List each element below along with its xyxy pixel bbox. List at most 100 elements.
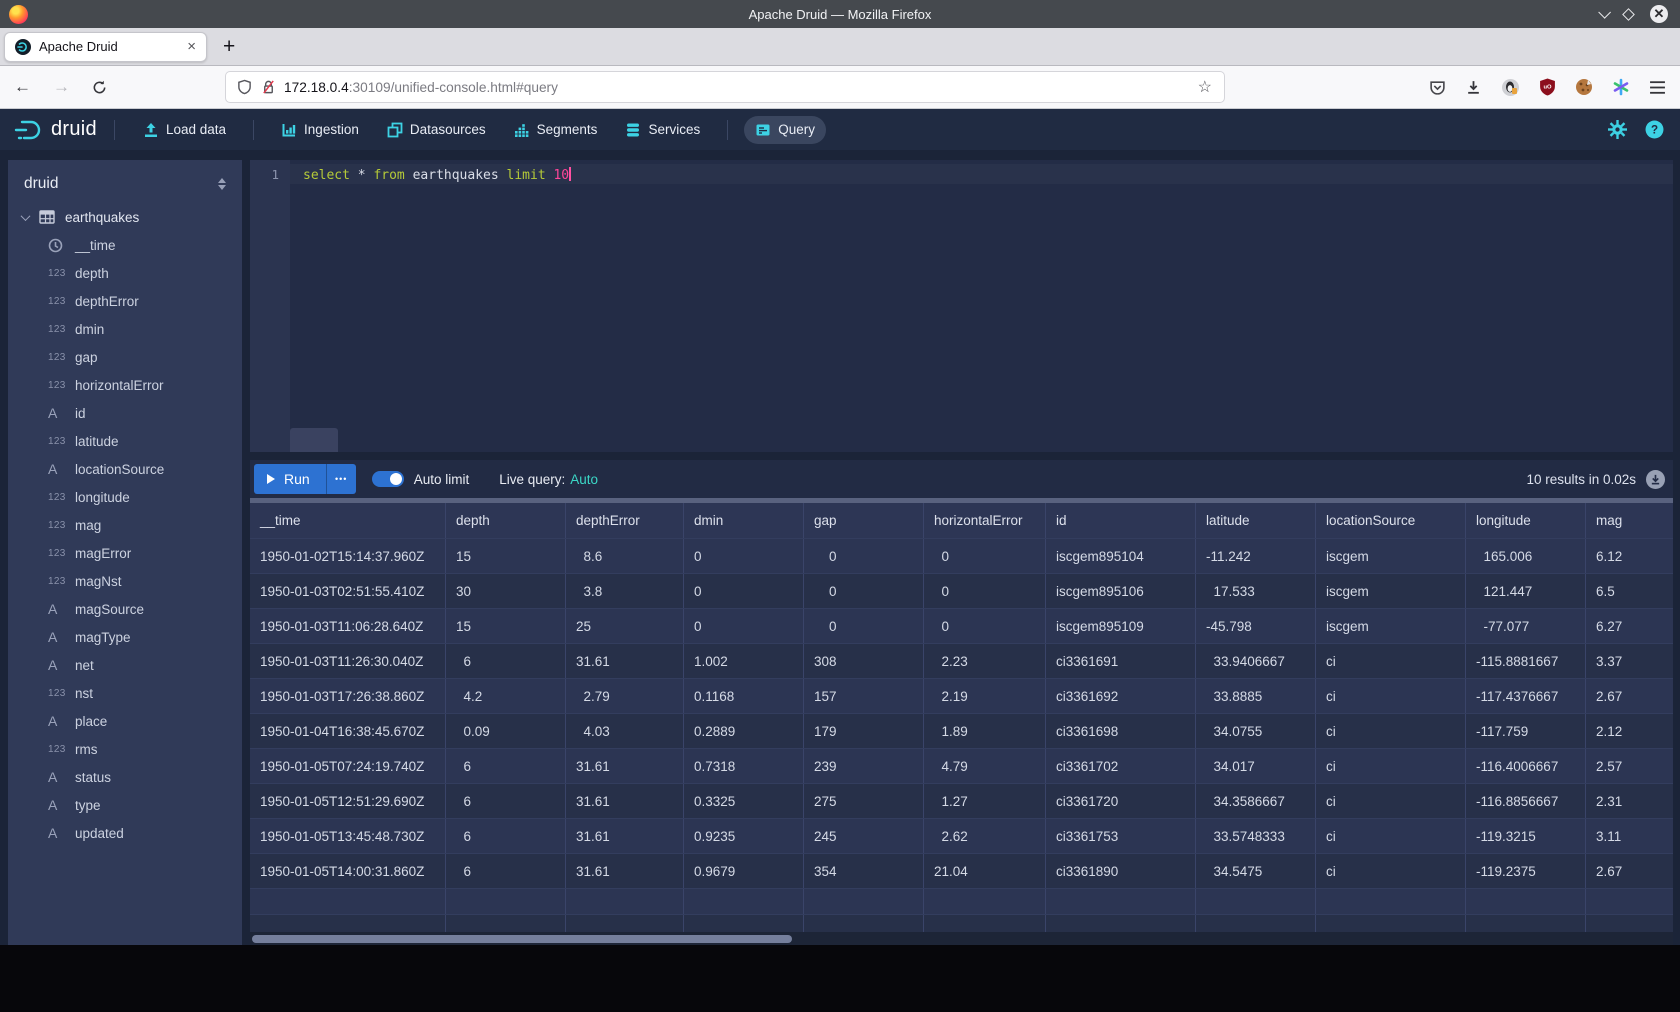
cell-gap[interactable]: 179 xyxy=(804,714,924,748)
cell-dmin[interactable]: 0.9235 xyxy=(684,819,804,853)
cell-latitude[interactable]: 34.0755 xyxy=(1196,714,1316,748)
column-header-depth[interactable]: depth xyxy=(446,503,566,538)
live-query-value[interactable]: Auto xyxy=(570,472,598,487)
tree-item-column-mag[interactable]: 123mag xyxy=(8,511,242,539)
tree-item-column-status[interactable]: Astatus xyxy=(8,763,242,791)
tree-item-column-longitude[interactable]: 123longitude xyxy=(8,483,242,511)
column-header-locationSource[interactable]: locationSource xyxy=(1316,503,1466,538)
tree-item-column-gap[interactable]: 123gap xyxy=(8,343,242,371)
cell-mag[interactable]: 2.67 xyxy=(1586,679,1673,713)
cell-latitude[interactable]: -45.798 xyxy=(1196,609,1316,643)
cell-id[interactable]: iscgem895109 xyxy=(1046,609,1196,643)
cell-__time[interactable]: 1950-01-05T13:45:48.730Z xyxy=(250,819,446,853)
tree-item-column-horizontalError[interactable]: 123horizontalError xyxy=(8,371,242,399)
cell-gap[interactable]: 275 xyxy=(804,784,924,818)
cell-__time[interactable]: 1950-01-03T02:51:55.410Z xyxy=(250,574,446,608)
cell-horizontalError[interactable]: 4.79 xyxy=(924,749,1046,783)
cell-depth[interactable]: 15 xyxy=(446,539,566,573)
sort-icon[interactable] xyxy=(218,178,226,190)
cell-horizontalError[interactable]: 2.23 xyxy=(924,644,1046,678)
tree-item-column-locationSource[interactable]: AlocationSource xyxy=(8,455,242,483)
tree-item-column-depthError[interactable]: 123depthError xyxy=(8,287,242,315)
cell-gap[interactable]: 308 xyxy=(804,644,924,678)
tree-item-column-depth[interactable]: 123depth xyxy=(8,259,242,287)
cookie-extension-icon[interactable] xyxy=(1575,78,1593,96)
cell-longitude[interactable]: 165.006 xyxy=(1466,539,1586,573)
extension-penguin-icon[interactable] xyxy=(1501,78,1520,97)
cell-depthError[interactable]: 2.79 xyxy=(566,679,684,713)
cell-locationSource[interactable]: ci xyxy=(1316,784,1466,818)
url-bar[interactable]: 172.18.0.4:30109/unified-console.html#qu… xyxy=(225,71,1225,103)
cell-depthError[interactable]: 31.61 xyxy=(566,854,684,888)
nav-item-segments[interactable]: Segments xyxy=(503,116,609,144)
cell-__time[interactable]: 1950-01-02T15:14:37.960Z xyxy=(250,539,446,573)
cell-latitude[interactable]: 34.3586667 xyxy=(1196,784,1316,818)
cell-gap[interactable]: 245 xyxy=(804,819,924,853)
tree-item-column-place[interactable]: Aplace xyxy=(8,707,242,735)
tree-item-column-magType[interactable]: AmagType xyxy=(8,623,242,651)
nav-item-query[interactable]: Query xyxy=(744,116,826,144)
tab-apache-druid[interactable]: Apache Druid × xyxy=(4,32,207,62)
cell-gap[interactable]: 354 xyxy=(804,854,924,888)
tree-item-column-rms[interactable]: 123rms xyxy=(8,735,242,763)
druid-brand[interactable]: druid xyxy=(14,118,97,141)
tree-item-column-magSource[interactable]: AmagSource xyxy=(8,595,242,623)
cell-latitude[interactable]: 33.5748333 xyxy=(1196,819,1316,853)
cell-gap[interactable]: 157 xyxy=(804,679,924,713)
nav-item-load-data[interactable]: Load data xyxy=(132,116,237,144)
broken-lock-icon[interactable] xyxy=(261,79,276,95)
cell-gap[interactable]: 0 xyxy=(804,539,924,573)
cell-depth[interactable]: 4.2 xyxy=(446,679,566,713)
column-header-gap[interactable]: gap xyxy=(804,503,924,538)
sql-editor[interactable]: 1 select * from earthquakes limit 10 xyxy=(250,160,1673,452)
nav-item-ingestion[interactable]: Ingestion xyxy=(270,116,370,144)
cell-id[interactable]: iscgem895104 xyxy=(1046,539,1196,573)
cell-longitude[interactable]: -116.8856667 xyxy=(1466,784,1586,818)
tree-item-earthquakes[interactable]: earthquakes xyxy=(8,203,242,231)
scrollbar-thumb[interactable] xyxy=(252,935,792,943)
cell-longitude[interactable]: -77.077 xyxy=(1466,609,1586,643)
tree-item-column-magError[interactable]: 123magError xyxy=(8,539,242,567)
downloads-icon[interactable] xyxy=(1465,79,1482,96)
cell-__time[interactable]: 1950-01-04T16:38:45.670Z xyxy=(250,714,446,748)
cell-dmin[interactable]: 1.002 xyxy=(684,644,804,678)
cell-horizontalError[interactable]: 0 xyxy=(924,574,1046,608)
tab-close-icon[interactable]: × xyxy=(187,38,196,55)
back-icon[interactable]: ← xyxy=(14,77,31,97)
cell-horizontalError[interactable]: 21.04 xyxy=(924,854,1046,888)
bookmark-star-icon[interactable]: ☆ xyxy=(1198,77,1212,97)
cell-depth[interactable]: 0.09 xyxy=(446,714,566,748)
window-maximize-icon[interactable] xyxy=(1622,8,1635,21)
cell-depth[interactable]: 6 xyxy=(446,854,566,888)
tree-item-column-__time[interactable]: __time xyxy=(8,231,242,259)
cell-__time[interactable]: 1950-01-03T11:06:28.640Z xyxy=(250,609,446,643)
cell-locationSource[interactable]: iscgem xyxy=(1316,574,1466,608)
cell-id[interactable]: iscgem895106 xyxy=(1046,574,1196,608)
cell-locationSource[interactable]: ci xyxy=(1316,854,1466,888)
cell-mag[interactable]: 6.12 xyxy=(1586,539,1673,573)
cell-locationSource[interactable]: ci xyxy=(1316,714,1466,748)
window-close-icon[interactable]: ✕ xyxy=(1650,5,1668,23)
tree-item-column-net[interactable]: Anet xyxy=(8,651,242,679)
tree-item-column-type[interactable]: Atype xyxy=(8,791,242,819)
column-header-mag[interactable]: mag xyxy=(1586,503,1673,538)
cell-mag[interactable]: 2.67 xyxy=(1586,854,1673,888)
cell-longitude[interactable]: -117.759 xyxy=(1466,714,1586,748)
tree-item-column-nst[interactable]: 123nst xyxy=(8,679,242,707)
cell-longitude[interactable]: -119.3215 xyxy=(1466,819,1586,853)
run-button[interactable]: Run xyxy=(254,464,326,494)
ublock-icon[interactable]: uO xyxy=(1539,78,1556,96)
cell-horizontalError[interactable]: 0 xyxy=(924,609,1046,643)
forward-icon[interactable]: → xyxy=(53,77,70,97)
cell-dmin[interactable]: 0.1168 xyxy=(684,679,804,713)
horizontal-scrollbar[interactable] xyxy=(250,932,1673,945)
column-header-depthError[interactable]: depthError xyxy=(566,503,684,538)
cell-depth[interactable]: 6 xyxy=(446,749,566,783)
column-header-dmin[interactable]: dmin xyxy=(684,503,804,538)
cell-depthError[interactable]: 4.03 xyxy=(566,714,684,748)
sql-code-line[interactable]: select * from earthquakes limit 10 xyxy=(290,160,1673,452)
cell-dmin[interactable]: 0.3325 xyxy=(684,784,804,818)
cell-id[interactable]: ci3361720 xyxy=(1046,784,1196,818)
cell-depth[interactable]: 6 xyxy=(446,784,566,818)
cell-latitude[interactable]: 17.533 xyxy=(1196,574,1316,608)
